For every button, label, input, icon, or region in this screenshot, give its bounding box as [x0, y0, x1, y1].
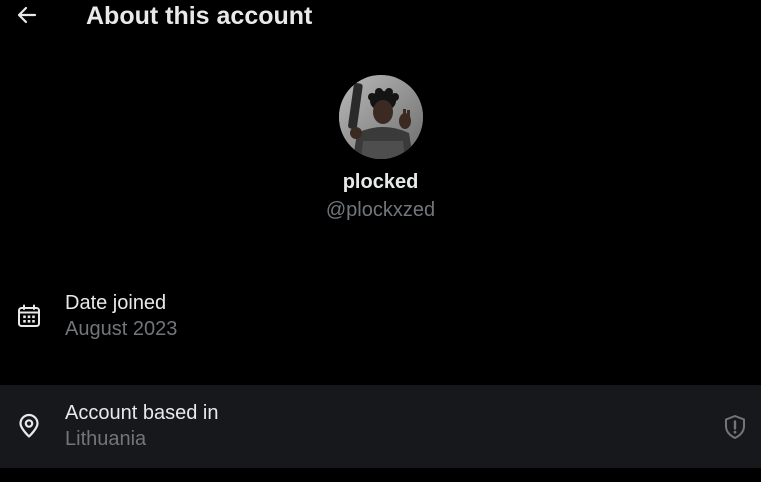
date-joined-label: Date joined — [65, 292, 167, 314]
header: About this account — [0, 0, 761, 32]
display-name: plocked — [342, 171, 419, 193]
back-button[interactable] — [12, 2, 42, 28]
date-joined-value: August 2023 — [65, 318, 178, 340]
page-title: About this account — [86, 2, 313, 30]
account-based-in-value: Lithuania — [65, 428, 147, 450]
avatar-image — [339, 75, 423, 159]
handle: @plockxzed — [325, 199, 436, 221]
about-account-page: About this account plocked @plockxzed Da… — [0, 0, 761, 482]
arrow-left-icon — [17, 6, 37, 24]
account-based-in-label: Account based in — [65, 402, 219, 424]
shield-alert-icon[interactable] — [721, 413, 749, 441]
calendar-icon — [18, 304, 40, 327]
account-based-in-row[interactable]: Account based in Lithuania — [0, 385, 761, 468]
avatar[interactable] — [339, 75, 423, 159]
date-joined-row: Date joined August 2023 — [0, 275, 761, 358]
location-pin-icon — [19, 413, 39, 438]
